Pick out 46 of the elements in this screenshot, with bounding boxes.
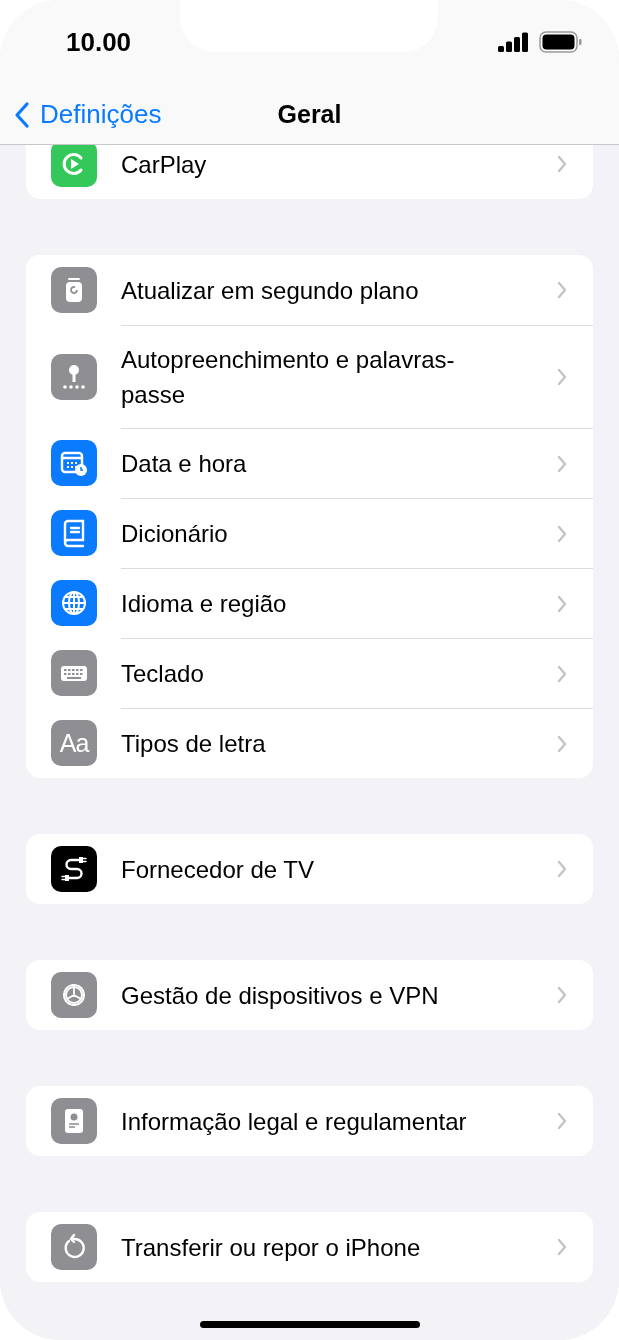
cable-icon	[59, 854, 89, 884]
row-label: Data e hora	[121, 449, 248, 479]
settings-row[interactable]: CarPlay	[26, 145, 593, 199]
settings-row[interactable]: Fornecedor de TV	[26, 834, 593, 904]
row-label: Teclado	[121, 659, 205, 689]
chevron-right-icon	[557, 664, 567, 683]
chevron-right-icon	[557, 281, 567, 299]
settings-row[interactable]: Transferir ou repor o iPhone	[26, 1212, 593, 1282]
settings-row[interactable]: Gestão de dispositivos e VPN	[26, 960, 593, 1030]
chevron-left-icon	[14, 100, 30, 129]
settings-row[interactable]: Dicionário	[26, 498, 593, 568]
row-label: Dicionário	[121, 519, 229, 549]
globe-icon	[59, 588, 89, 618]
settings-row[interactable]: Autopreenchimento e palavras-passe	[26, 325, 593, 428]
row-label: Informação legal e regulamentar	[121, 1106, 468, 1137]
row-label: Tipos de letra	[121, 729, 267, 759]
row-label: Fornecedor de TV	[121, 854, 315, 885]
font-icon: Aa	[59, 728, 89, 758]
status-time: 10.00	[66, 27, 133, 58]
chevron-right-icon	[557, 860, 567, 878]
chevron-right-icon	[557, 1238, 567, 1256]
back-label: Definições	[40, 99, 162, 130]
row-label: CarPlay	[121, 149, 208, 180]
back-button[interactable]: Definições	[14, 99, 162, 130]
row-label: Transferir ou repor o iPhone	[121, 1232, 422, 1263]
row-label: Autopreenchimento e palavras-passe	[121, 345, 456, 410]
signal-icon	[498, 32, 530, 52]
settings-row[interactable]: Teclado	[26, 638, 593, 708]
chevron-right-icon	[557, 594, 567, 613]
row-label: Atualizar em segundo plano	[121, 275, 420, 306]
chevron-right-icon	[557, 155, 567, 173]
battery-icon	[539, 31, 583, 53]
chevron-right-icon	[557, 986, 567, 1004]
page-title: Geral	[277, 100, 342, 129]
settings-row[interactable]: Idioma e região	[26, 568, 593, 638]
chevron-right-icon	[557, 1112, 567, 1130]
settings-row[interactable]: Informação legal e regulamentar	[26, 1086, 593, 1156]
settings-row[interactable]: Aa Tipos de letra	[26, 708, 593, 778]
chevron-right-icon	[557, 454, 567, 473]
settings-row[interactable]: Data e hora	[26, 428, 593, 498]
chevron-right-icon	[557, 524, 567, 543]
chevron-right-icon	[557, 368, 567, 386]
chevron-right-icon	[557, 734, 567, 753]
settings-row[interactable]: Atualizar em segundo plano	[26, 255, 593, 325]
row-label: Gestão de dispositivos e VPN	[121, 980, 440, 1011]
row-label: Idioma e região	[121, 589, 288, 619]
